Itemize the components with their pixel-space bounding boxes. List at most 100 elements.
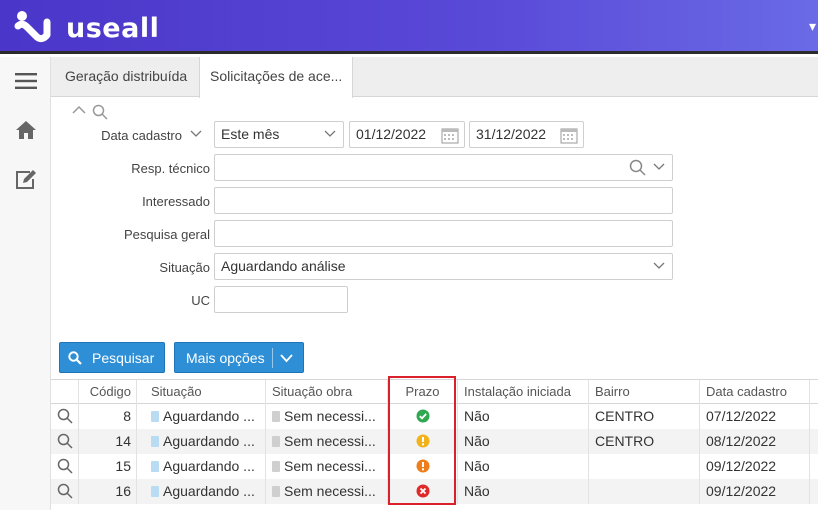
cell-bairro	[589, 454, 700, 479]
column-header-bairro[interactable]: Bairro	[589, 380, 700, 404]
search-icon	[57, 458, 73, 474]
menu-icon	[14, 73, 37, 89]
situacao-value: Aguardando análise	[221, 258, 346, 274]
more-options-label: Mais opções	[186, 349, 265, 366]
search-icon	[57, 408, 73, 424]
chevron-down-icon	[653, 262, 665, 269]
row-view-button[interactable]	[51, 429, 79, 454]
menu-button[interactable]	[0, 61, 51, 101]
tab-bar: Geração distribuída Solicitações de ace.…	[51, 57, 818, 98]
interessado-label: Interessado	[142, 194, 210, 209]
uc-label: UC	[191, 293, 210, 308]
cell-instalacao-iniciada: Não	[458, 429, 589, 454]
logo-mark-icon	[14, 11, 51, 43]
data-cadastro-label: Data cadastro	[101, 128, 182, 143]
cell-codigo: 8	[79, 404, 137, 429]
cell-situacao-text: Aguardando ...	[163, 433, 255, 449]
cell-instalacao-iniciada: Não	[458, 404, 589, 429]
cell-instalacao-iniciada: Não	[458, 454, 589, 479]
cell-situacao-obra-text: Sem necessi...	[284, 433, 376, 449]
pesquisa-geral-label: Pesquisa geral	[124, 227, 210, 242]
status-color-swatch	[272, 486, 280, 497]
period-value: Este mês	[221, 126, 280, 142]
chevron-up-icon[interactable]	[72, 104, 86, 114]
resp-tecnico-label: Resp. técnico	[131, 161, 210, 176]
uc-field[interactable]	[214, 286, 348, 313]
cell-situacao-obra: Sem necessi...	[266, 404, 388, 429]
cell-codigo: 15	[79, 454, 137, 479]
situacao-select[interactable]: Aguardando análise	[214, 253, 673, 280]
situacao-label: Situação	[159, 260, 210, 275]
interessado-field[interactable]	[214, 187, 673, 214]
prazo-column-highlight	[388, 376, 456, 505]
row-view-button[interactable]	[51, 479, 79, 504]
date-start-field[interactable]: 01/12/2022	[349, 121, 465, 148]
cell-situacao-obra: Sem necessi...	[266, 429, 388, 454]
search-icon	[57, 433, 73, 449]
logo[interactable]: useall	[14, 9, 159, 47]
search-icon	[68, 350, 82, 365]
logo-text: useall	[66, 12, 160, 44]
cell-data-cadastro: 08/12/2022	[700, 429, 810, 454]
calendar-icon[interactable]	[560, 127, 578, 144]
cell-situacao-text: Aguardando ...	[163, 458, 255, 474]
cell-situacao-obra: Sem necessi...	[266, 454, 388, 479]
cell-situacao-obra: Sem necessi...	[266, 479, 388, 504]
cell-situacao-text: Aguardando ...	[163, 483, 255, 499]
row-view-button[interactable]	[51, 404, 79, 429]
status-color-swatch	[272, 411, 280, 422]
search-icon[interactable]	[629, 159, 646, 176]
status-color-swatch	[151, 436, 159, 447]
data-cadastro-chevron-icon[interactable]	[190, 130, 202, 138]
cell-situacao: Aguardando ...	[145, 404, 266, 429]
status-color-swatch	[151, 461, 159, 472]
status-color-swatch	[272, 461, 280, 472]
edit-icon	[15, 170, 36, 189]
date-start-value: 01/12/2022	[356, 126, 427, 142]
cell-bairro: CENTRO	[589, 429, 700, 454]
column-header-situacao-obra[interactable]: Situação obra	[266, 380, 388, 404]
status-color-swatch	[272, 436, 280, 447]
cell-situacao: Aguardando ...	[145, 454, 266, 479]
calendar-icon[interactable]	[441, 127, 459, 144]
cell-situacao: Aguardando ...	[145, 479, 266, 504]
cell-bairro	[589, 479, 700, 504]
period-select[interactable]: Este mês	[214, 121, 344, 148]
tab-solicitacoes[interactable]: Solicitações de ace...	[199, 57, 354, 98]
search-button[interactable]: Pesquisar	[59, 342, 165, 373]
app-header: useall ▾	[0, 0, 818, 54]
cell-codigo: 14	[79, 429, 137, 454]
search-button-label: Pesquisar	[92, 349, 155, 366]
header-dropdown-icon[interactable]: ▾	[809, 18, 816, 35]
cell-situacao-obra-text: Sem necessi...	[284, 483, 376, 499]
column-header-instalacao-iniciada[interactable]: Instalação iniciada	[458, 380, 589, 404]
filter-toggle[interactable]	[72, 104, 108, 120]
status-color-swatch	[151, 486, 159, 497]
resp-tecnico-field[interactable]	[214, 154, 673, 181]
cell-data-cadastro: 09/12/2022	[700, 454, 810, 479]
column-header-data-cadastro[interactable]: Data cadastro	[700, 380, 810, 404]
edit-button[interactable]	[0, 160, 51, 200]
cell-data-cadastro: 07/12/2022	[700, 404, 810, 429]
chevron-down-icon[interactable]	[653, 163, 665, 171]
cell-situacao-obra-text: Sem necessi...	[284, 408, 376, 424]
row-view-button[interactable]	[51, 454, 79, 479]
cell-situacao-text: Aguardando ...	[163, 408, 255, 424]
cell-data-cadastro: 09/12/2022	[700, 479, 810, 504]
pesquisa-geral-field[interactable]	[214, 220, 673, 247]
cell-bairro: CENTRO	[589, 404, 700, 429]
chevron-down-icon	[324, 130, 336, 137]
status-color-swatch	[151, 411, 159, 422]
more-options-button[interactable]: Mais opções	[174, 342, 304, 373]
chevron-down-icon[interactable]	[280, 354, 293, 363]
column-header-codigo[interactable]: Código	[79, 380, 137, 404]
date-end-value: 31/12/2022	[476, 126, 547, 142]
column-header-situacao[interactable]: Situação	[145, 380, 266, 404]
date-end-field[interactable]: 31/12/2022	[469, 121, 584, 148]
tab-geracao-distribuida[interactable]: Geração distribuída	[55, 57, 197, 97]
search-icon[interactable]	[92, 104, 108, 120]
search-icon	[57, 483, 73, 499]
column-header-actions	[51, 380, 79, 404]
home-button[interactable]	[0, 110, 51, 150]
cell-situacao-obra-text: Sem necessi...	[284, 458, 376, 474]
